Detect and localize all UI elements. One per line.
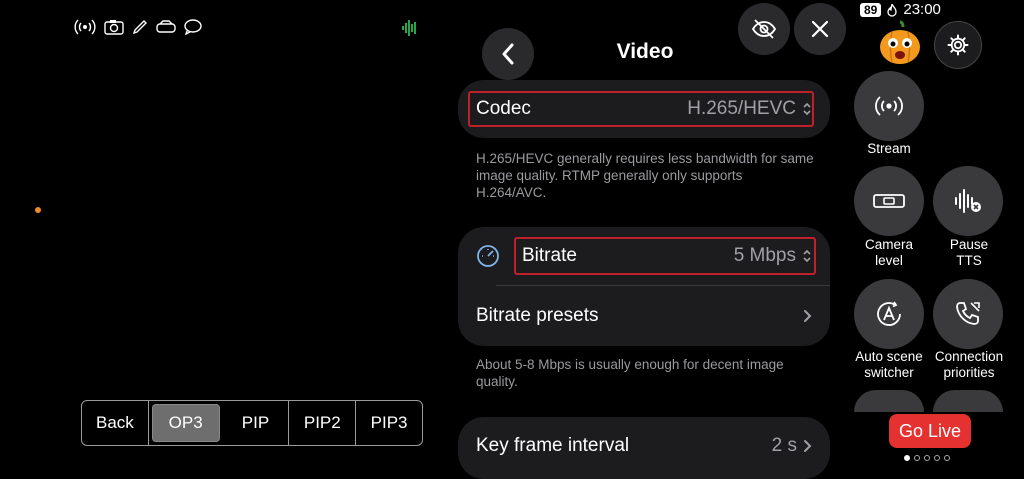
key-frame-label: Key frame interval (476, 435, 630, 456)
pumpkin-avatar-icon[interactable] (878, 20, 922, 66)
bitrate-description: About 5-8 Mbps is usually enough for dec… (476, 357, 784, 389)
chevron-right-icon (804, 310, 812, 322)
scene-back-button[interactable]: Back (82, 401, 149, 445)
scene-op3-button[interactable]: OP3 (151, 404, 220, 442)
stream-button[interactable] (854, 71, 924, 141)
close-icon (811, 20, 829, 38)
scene-pip3-button[interactable]: PIP3 (356, 401, 422, 445)
page-dot (934, 455, 940, 461)
page-dot (914, 455, 920, 461)
speedometer-icon (477, 245, 499, 267)
camera-icon (104, 20, 124, 35)
key-frame-row[interactable]: Key frame interval 2 s (476, 417, 812, 475)
go-live-button[interactable]: Go Live (889, 414, 971, 448)
audio-level-icon (402, 20, 416, 36)
eye-slash-icon (751, 19, 777, 39)
cloud-icon (156, 20, 176, 33)
pause-tts-button[interactable] (933, 166, 1003, 236)
page-indicator (904, 455, 950, 461)
flame-icon (887, 3, 898, 17)
chevron-right-icon (804, 440, 812, 452)
close-panel-button[interactable] (794, 3, 846, 55)
scene-pip-button[interactable]: PIP (223, 401, 290, 445)
waveform-slash-icon (955, 189, 981, 213)
battery-level: 89 (860, 2, 882, 17)
codec-highlight (468, 91, 814, 127)
codec-card: Codec H.265/HEVC (458, 80, 830, 138)
more-action-button-2[interactable] (933, 390, 1003, 412)
level-icon (873, 194, 905, 208)
back-button[interactable] (482, 28, 534, 80)
bitrate-presets-row[interactable]: Bitrate presets (476, 287, 812, 345)
page-dot-active (904, 455, 910, 461)
scene-pip2-button[interactable]: PIP2 (289, 401, 357, 445)
pause-tts-label: Pause TTS (949, 237, 989, 268)
page-dot (924, 455, 930, 461)
key-frame-card: Key frame interval 2 s (458, 417, 830, 479)
settings-button[interactable] (934, 21, 982, 69)
phone-connection-icon (956, 302, 980, 325)
bitrate-card: Bitrate 5 Mbps Bitrate presets (458, 227, 830, 346)
connection-priorities-button[interactable] (933, 279, 1003, 349)
pen-icon (132, 20, 147, 35)
more-action-button-1[interactable] (854, 390, 924, 412)
page-dot (944, 455, 950, 461)
stream-label: Stream (867, 141, 911, 156)
bitrate-highlight (514, 237, 816, 275)
recording-indicator-dot (35, 207, 41, 213)
scene-selector: Back OP3 PIP PIP2 PIP3 (81, 400, 423, 446)
stream-signal-icon (875, 96, 903, 116)
codec-description: H.265/HEVC generally requires less bandw… (476, 151, 814, 200)
hide-panel-button[interactable] (738, 3, 790, 55)
chat-icon (184, 19, 202, 35)
status-icons (74, 19, 202, 35)
auto-scene-switcher-button[interactable] (854, 279, 924, 349)
clock-time: 23:00 (903, 1, 941, 18)
page-title: Video (616, 40, 674, 63)
chevron-left-icon (502, 43, 514, 65)
auto-switch-icon (877, 301, 901, 326)
status-bar: 89 23:00 (860, 1, 941, 18)
key-frame-value: 2 s (771, 435, 797, 456)
divider (496, 285, 830, 286)
camera-level-button[interactable] (854, 166, 924, 236)
stream-signal-icon (74, 19, 96, 35)
connection-priorities-label: Connection priorities (934, 349, 1004, 380)
bitrate-presets-label: Bitrate presets (476, 305, 599, 326)
gear-icon (947, 34, 969, 56)
